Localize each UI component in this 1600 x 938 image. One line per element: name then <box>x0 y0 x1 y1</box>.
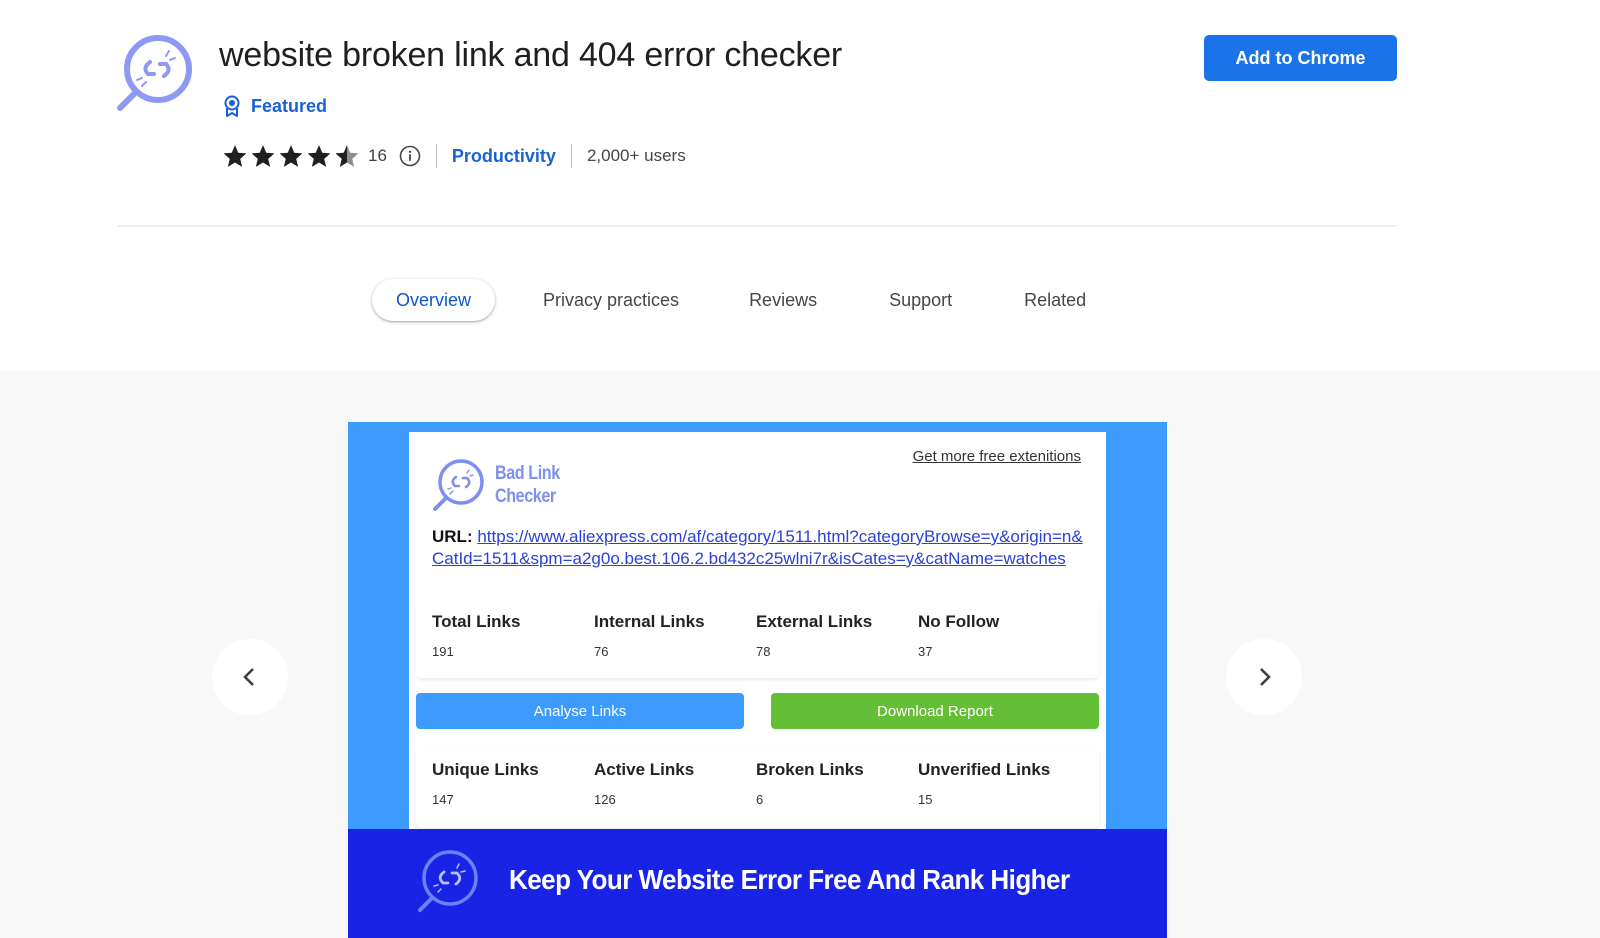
star-rating <box>222 143 360 169</box>
rating-count[interactable]: 16 <box>368 146 387 166</box>
download-report-button: Download Report <box>771 693 1099 729</box>
tab-overview[interactable]: Overview <box>372 279 496 321</box>
tab-reviews[interactable]: Reviews <box>725 279 841 321</box>
stat-unique-links: Unique Links 147 <box>432 760 539 807</box>
link-status-card: Unique Links 147 Active Links 126 Broken… <box>416 748 1099 828</box>
extension-title: website broken link and 404 error checke… <box>219 36 843 74</box>
stat-internal-links: Internal Links 76 <box>594 612 705 659</box>
stat-no-follow: No Follow 37 <box>918 612 1000 659</box>
screenshot-image: Get more free extenitions Bad Link Check… <box>348 422 1167 938</box>
info-icon[interactable] <box>399 145 421 167</box>
award-badge-icon <box>224 95 240 117</box>
user-count: 2,000+ users <box>586 146 686 165</box>
tab-privacy-practices[interactable]: Privacy practices <box>519 279 703 321</box>
meta-separator <box>435 144 437 168</box>
star-full-icon <box>307 145 331 167</box>
header-divider <box>118 225 1397 227</box>
url-link: https://www.aliexpress.com/af/category/1… <box>432 527 1083 568</box>
featured-badge[interactable]: Featured <box>222 95 327 117</box>
action-buttons: Analyse Links Download Report <box>416 693 1099 729</box>
stat-active-links: Active Links 126 <box>594 760 695 807</box>
stat-external-links: External Links 78 <box>756 612 873 659</box>
more-extensions-link: Get more free extenitions <box>912 448 1081 465</box>
chevron-left-icon <box>243 668 254 686</box>
link-stats-card: Total Links 191 Internal Links 76 Extern… <box>416 600 1099 678</box>
star-full-icon <box>279 145 303 167</box>
star-half-icon <box>335 145 359 167</box>
analyse-links-button: Analyse Links <box>416 693 744 729</box>
bad-link-checker-logo: Bad Link Checker <box>431 457 571 513</box>
logo-text: Bad Link Checker <box>495 463 560 507</box>
url-block: URL: https://www.aliexpress.com/af/categ… <box>432 526 1092 569</box>
listing-header: website broken link and 404 error checke… <box>0 0 1600 371</box>
banner-headline: Keep Your Website Error Free And Rank Hi… <box>509 864 1070 895</box>
featured-label: Featured <box>251 95 328 116</box>
chevron-right-icon <box>1260 668 1271 686</box>
add-to-chrome-button[interactable]: Add to Chrome <box>1204 35 1397 81</box>
broken-link-magnifier-icon <box>418 850 478 912</box>
tab-support[interactable]: Support <box>865 279 976 321</box>
star-full-icon <box>251 145 275 167</box>
next-screenshot-button[interactable] <box>1226 639 1302 715</box>
url-label: URL: <box>432 527 473 546</box>
meta-row: 16 Productivity 2,000+ users <box>222 144 686 168</box>
meta-separator <box>570 144 572 168</box>
category-link[interactable]: Productivity <box>452 146 556 167</box>
stat-total-links: Total Links 191 <box>432 612 521 659</box>
tab-related[interactable]: Related <box>1000 279 1110 321</box>
stat-broken-links: Broken Links 6 <box>756 760 864 807</box>
previous-screenshot-button[interactable] <box>212 639 288 715</box>
screenshot-gallery: Get more free extenitions Bad Link Check… <box>0 371 1600 938</box>
app-logo-icon <box>117 35 192 111</box>
star-full-icon <box>223 145 247 167</box>
tab-bar: Overview Privacy practices Reviews Suppo… <box>372 279 1134 321</box>
promo-banner: Keep Your Website Error Free And Rank Hi… <box>348 829 1167 938</box>
stat-unverified-links: Unverified Links 15 <box>918 760 1051 807</box>
broken-link-magnifier-icon <box>433 459 484 511</box>
